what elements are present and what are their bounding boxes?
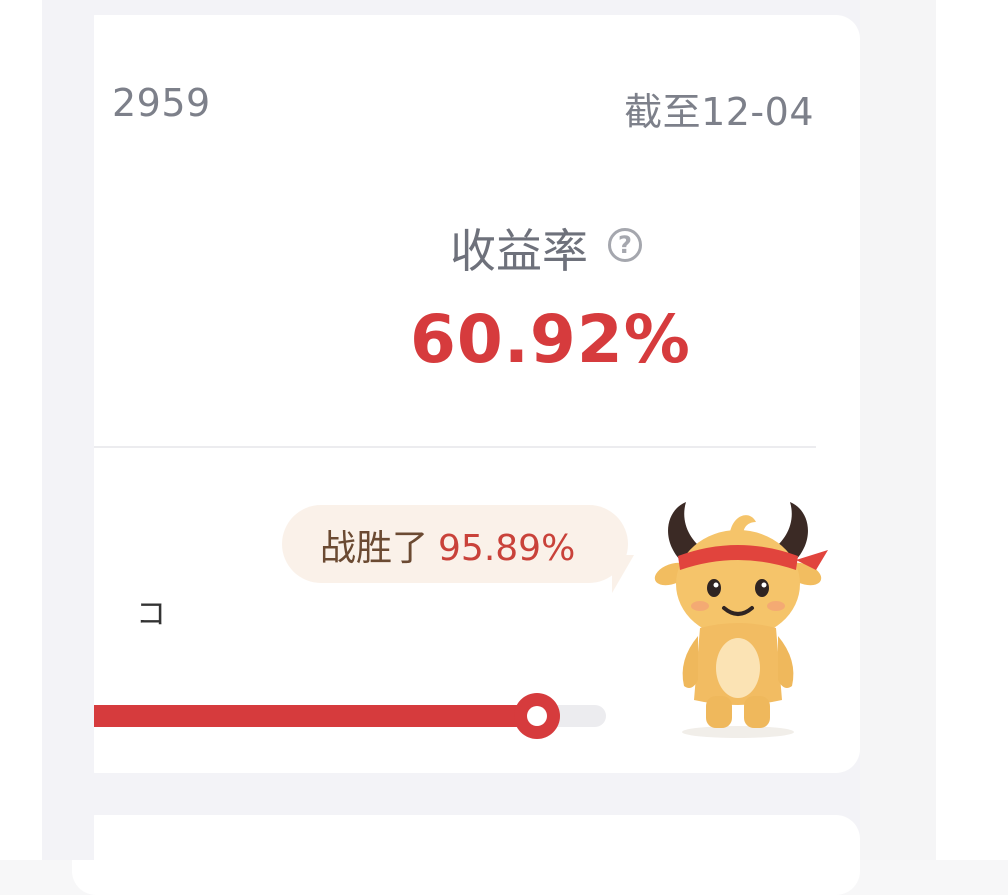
side-label: コ [136, 597, 166, 632]
next-card [72, 815, 860, 895]
return-rate-label: 收益率 [450, 224, 588, 278]
return-rate-value: 60.92% [410, 301, 691, 378]
left-clip-overlay [42, 0, 94, 860]
help-icon[interactable]: ? [608, 228, 642, 262]
right-gutter [860, 0, 936, 860]
bull-mascot-icon [654, 502, 828, 738]
app-background: 2959 截至12-04 收益率 ? 60.92% 战胜了 95.89% コ [42, 0, 860, 895]
ranking-label: 战胜了 [320, 528, 429, 569]
ranking-bubble: 战胜了 95.89% [282, 505, 628, 583]
as-of-date: 截至12-04 [624, 90, 814, 134]
account-number: 2959 [112, 81, 211, 125]
outer-left-border [0, 0, 42, 860]
bubble-tail [612, 555, 634, 593]
ranking-value: 95.89% [438, 528, 576, 569]
ranking-progress-fill [72, 705, 537, 727]
return-summary-card: 2959 截至12-04 收益率 ? 60.92% 战胜了 95.89% コ [72, 15, 860, 773]
ranking-progress-knob [514, 693, 560, 739]
divider [72, 446, 816, 448]
right-panel-edge [936, 0, 1008, 860]
